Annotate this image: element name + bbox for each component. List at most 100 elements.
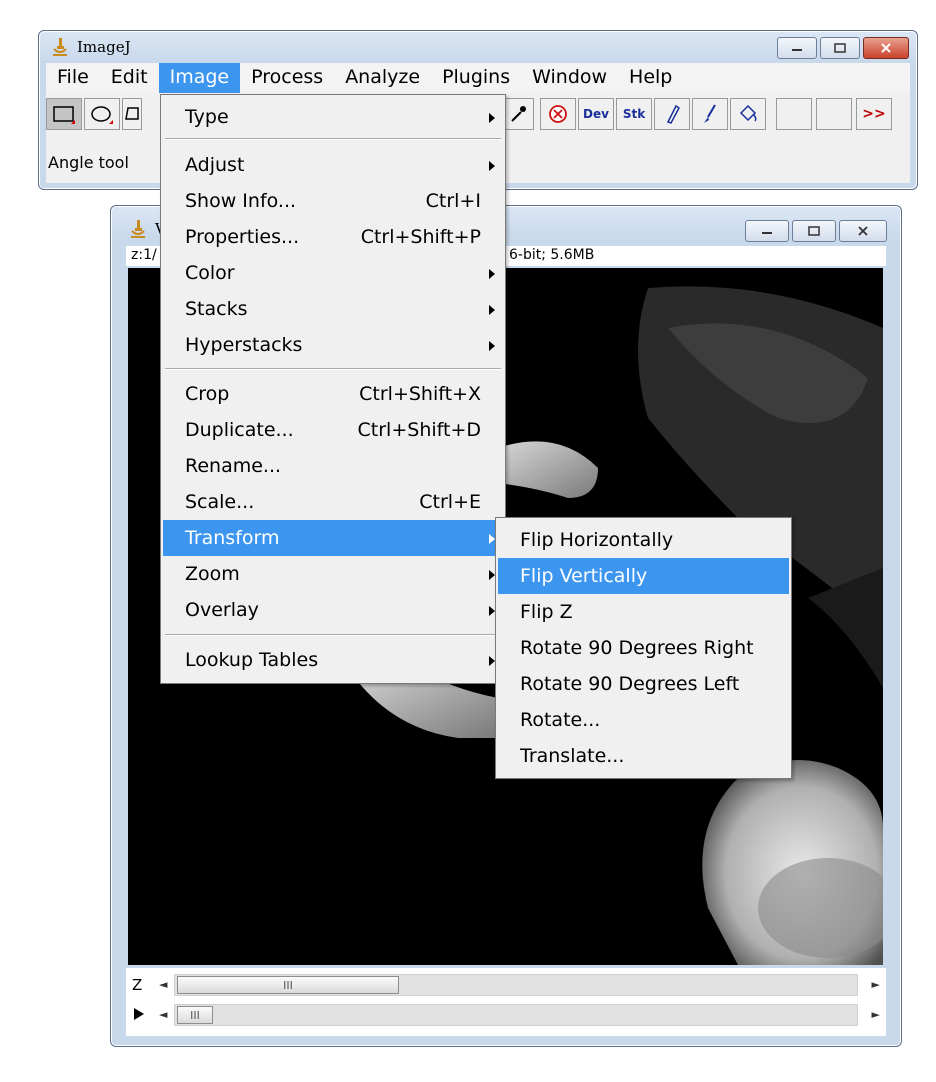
menu-item-label: Rename... [185, 455, 282, 477]
menu-item-color[interactable]: Color [163, 255, 503, 291]
oval-icon [91, 106, 113, 124]
menu-item-adjust[interactable]: Adjust [163, 147, 503, 183]
thumb-grip: III [283, 978, 293, 992]
menu-item-flip-horizontally[interactable]: Flip Horizontally [498, 522, 789, 558]
brush-icon [704, 104, 716, 123]
developer-menu-button[interactable]: Dev [578, 98, 614, 130]
menu-file[interactable]: File [46, 63, 100, 93]
menu-item-label: Zoom [185, 563, 240, 585]
menu-item-properties[interactable]: Properties... Ctrl+Shift+P [163, 219, 503, 255]
dev-label: Dev [583, 107, 609, 121]
submenu-arrow-icon [489, 113, 495, 123]
menu-item-translate[interactable]: Translate... [498, 738, 789, 774]
scroll-left-arrow-icon[interactable]: ◄ [159, 978, 167, 991]
transform-submenu: Flip Horizontally Flip Vertically Flip Z… [495, 517, 792, 779]
stk-label: Stk [622, 107, 646, 121]
menu-item-duplicate[interactable]: Duplicate... Ctrl+Shift+D [163, 412, 503, 448]
more-tools-button[interactable]: >> [856, 98, 892, 130]
minimize-icon [762, 232, 772, 234]
menu-edit[interactable]: Edit [100, 63, 159, 93]
submenu-arrow-icon [489, 269, 495, 279]
menu-item-rotate-90-right[interactable]: Rotate 90 Degrees Right [498, 630, 789, 666]
remove-icon [549, 105, 567, 123]
menu-item-shortcut: Ctrl+Shift+P [360, 226, 481, 248]
empty-tool-slot-2[interactable] [816, 98, 852, 130]
play-icon[interactable] [132, 1007, 146, 1021]
rectangle-tool-button[interactable] [46, 98, 82, 130]
z-scrollbar[interactable]: III [174, 974, 858, 996]
menu-item-label: Translate... [520, 745, 625, 767]
submenu-arrow-icon [489, 305, 495, 315]
color-picker-icon [511, 106, 526, 122]
menu-item-flip-z[interactable]: Flip Z [498, 594, 789, 630]
scroll-left-arrow-icon[interactable]: ◄ [159, 1008, 167, 1021]
menu-item-overlay[interactable]: Overlay [163, 592, 503, 628]
menu-item-rename[interactable]: Rename... [163, 448, 503, 484]
menu-separator [165, 634, 501, 636]
menu-item-label: Duplicate... [185, 419, 294, 441]
menu-item-label: Lookup Tables [185, 649, 319, 671]
menu-item-zoom[interactable]: Zoom [163, 556, 503, 592]
z-scroll-thumb[interactable]: III [177, 976, 399, 994]
submenu-arrow-icon [489, 341, 495, 351]
menu-item-label: Color [185, 262, 235, 284]
menu-item-scale[interactable]: Scale... Ctrl+E [163, 484, 503, 520]
main-titlebar[interactable]: ImageJ [39, 31, 917, 63]
image-close-button[interactable] [839, 220, 887, 242]
menu-image[interactable]: Image [158, 63, 241, 93]
menu-item-lookup-tables[interactable]: Lookup Tables [163, 642, 503, 678]
menu-item-label: Scale... [185, 491, 255, 513]
brush-tool-button[interactable] [692, 98, 728, 130]
stack-menu-button[interactable]: Stk [616, 98, 652, 130]
menubar: File Edit Image Process Analyze Plugins … [46, 63, 910, 93]
menu-item-shortcut: Ctrl+Shift+D [357, 419, 481, 441]
scroll-right-arrow-icon[interactable]: ► [872, 978, 880, 991]
menu-plugins[interactable]: Plugins [431, 63, 521, 93]
t-scroll-row: ◄ III ► [126, 1002, 886, 1028]
menu-item-show-info[interactable]: Show Info... Ctrl+I [163, 183, 503, 219]
menu-window[interactable]: Window [521, 63, 618, 93]
pencil-tool-button[interactable] [654, 98, 690, 130]
menu-item-flip-vertically[interactable]: Flip Vertically [498, 558, 789, 594]
minimize-icon [792, 49, 802, 51]
clear-tool-button[interactable] [540, 98, 576, 130]
menu-item-shortcut: Ctrl+I [425, 190, 481, 212]
menu-item-label: Show Info... [185, 190, 297, 212]
menu-item-rotate[interactable]: Rotate... [498, 702, 789, 738]
menu-separator [165, 138, 501, 140]
menu-item-label: Flip Z [520, 601, 573, 623]
image-maximize-button[interactable] [792, 220, 836, 242]
menu-item-label: Properties... [185, 226, 300, 248]
menu-help[interactable]: Help [618, 63, 683, 93]
close-icon [881, 43, 891, 53]
flood-fill-tool-button[interactable] [730, 98, 766, 130]
polygon-tool-button[interactable] [122, 98, 142, 130]
menu-item-label: Hyperstacks [185, 334, 303, 356]
oval-tool-button[interactable] [84, 98, 120, 130]
empty-tool-slot-1[interactable] [776, 98, 812, 130]
menu-item-label: Rotate 90 Degrees Right [520, 637, 754, 659]
menu-item-shortcut: Ctrl+Shift+X [359, 383, 481, 405]
dropper-tool-button[interactable] [502, 98, 534, 130]
menu-process[interactable]: Process [240, 63, 334, 93]
scroll-right-arrow-icon[interactable]: ► [872, 1008, 880, 1021]
menu-item-label: Type [185, 106, 229, 128]
t-scrollbar[interactable]: III [174, 1004, 858, 1026]
maximize-button[interactable] [820, 37, 860, 59]
close-button[interactable] [863, 37, 909, 59]
menu-item-crop[interactable]: Crop Ctrl+Shift+X [163, 376, 503, 412]
microscope-icon [131, 220, 145, 238]
menu-item-stacks[interactable]: Stacks [163, 291, 503, 327]
minimize-button[interactable] [777, 37, 817, 59]
rectangle-icon [53, 106, 75, 124]
menu-analyze[interactable]: Analyze [334, 63, 431, 93]
info-left-text: z:1/ [131, 247, 157, 263]
menu-item-rotate-90-left[interactable]: Rotate 90 Degrees Left [498, 666, 789, 702]
t-scroll-thumb[interactable]: III [177, 1006, 213, 1024]
menu-item-type[interactable]: Type [163, 99, 503, 135]
menu-item-transform[interactable]: Transform [163, 520, 503, 556]
image-minimize-button[interactable] [745, 220, 789, 242]
menu-item-label: Flip Vertically [520, 565, 648, 587]
microscope-icon [53, 38, 67, 56]
menu-item-hyperstacks[interactable]: Hyperstacks [163, 327, 503, 363]
